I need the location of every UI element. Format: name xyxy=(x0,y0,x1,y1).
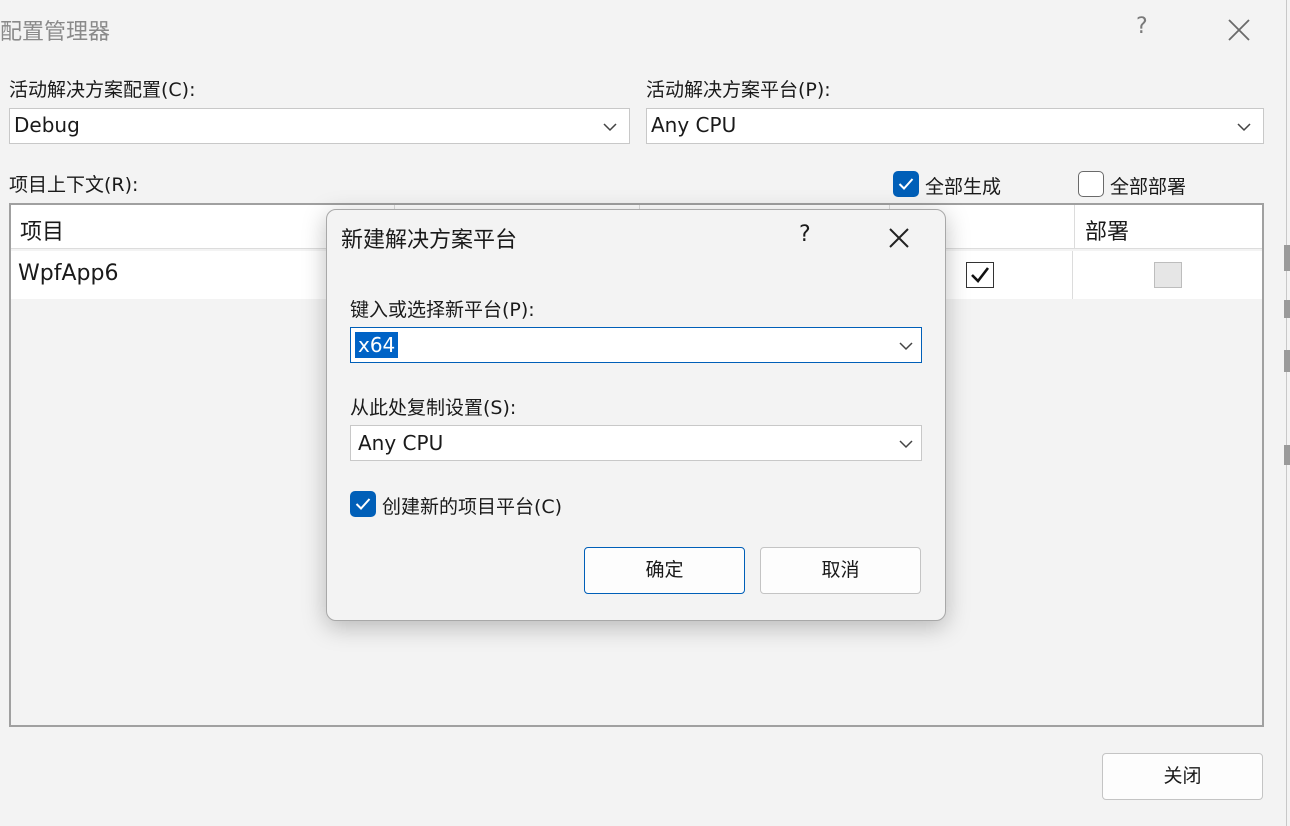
help-button[interactable]: ? xyxy=(1136,14,1148,39)
checkmark-icon xyxy=(355,498,371,510)
checkmark-icon xyxy=(898,178,914,190)
platform-combobox[interactable]: Any CPU xyxy=(646,108,1264,144)
platform-label: 活动解决方案平台(P): xyxy=(646,79,831,101)
dialog-title: 新建解决方案平台 xyxy=(341,228,518,253)
close-icon[interactable] xyxy=(1226,17,1252,43)
deploy-checkbox xyxy=(1154,262,1182,288)
project-context-label: 项目上下文(R): xyxy=(9,174,139,196)
build-checkbox[interactable] xyxy=(966,262,994,288)
close-button[interactable]: 关闭 xyxy=(1102,753,1263,800)
column-header-project[interactable]: 项目 xyxy=(20,214,64,246)
create-project-platforms-label: 创建新的项目平台(C) xyxy=(382,496,563,518)
config-value: Debug xyxy=(14,113,80,137)
ok-button[interactable]: 确定 xyxy=(584,547,745,594)
close-icon[interactable] xyxy=(887,226,911,250)
new-platform-combobox[interactable]: x64 xyxy=(350,327,922,363)
build-all-checkbox[interactable] xyxy=(893,171,919,197)
copy-from-combobox[interactable]: Any CPU xyxy=(350,425,922,461)
window-title: 配置管理器 xyxy=(0,20,111,45)
copy-from-label: 从此处复制设置(S): xyxy=(350,397,517,419)
config-label: 活动解决方案配置(C): xyxy=(9,79,196,101)
new-platform-value: x64 xyxy=(355,332,399,358)
config-combobox[interactable]: Debug xyxy=(9,108,630,144)
dialog-help-button[interactable]: ? xyxy=(799,222,811,247)
checkmark-icon xyxy=(971,267,990,283)
chevron-down-icon xyxy=(899,342,913,351)
chevron-down-icon xyxy=(1237,123,1251,132)
new-platform-label: 键入或选择新平台(P): xyxy=(350,299,535,321)
deploy-all-label: 全部部署 xyxy=(1110,176,1187,198)
copy-from-value: Any CPU xyxy=(358,431,444,455)
deploy-all-checkbox[interactable] xyxy=(1078,171,1104,197)
platform-value: Any CPU xyxy=(651,113,737,137)
build-all-label: 全部生成 xyxy=(925,176,1002,198)
column-header-deploy[interactable]: 部署 xyxy=(1085,214,1129,246)
project-name-cell: WpfApp6 xyxy=(18,261,119,286)
chevron-down-icon xyxy=(603,123,617,132)
chevron-down-icon xyxy=(899,440,913,449)
new-solution-platform-dialog: 新建解决方案平台 ? 键入或选择新平台(P): x64 从此处复制设置(S): … xyxy=(326,209,946,621)
create-project-platforms-checkbox[interactable] xyxy=(350,491,376,517)
cancel-button[interactable]: 取消 xyxy=(760,547,921,594)
